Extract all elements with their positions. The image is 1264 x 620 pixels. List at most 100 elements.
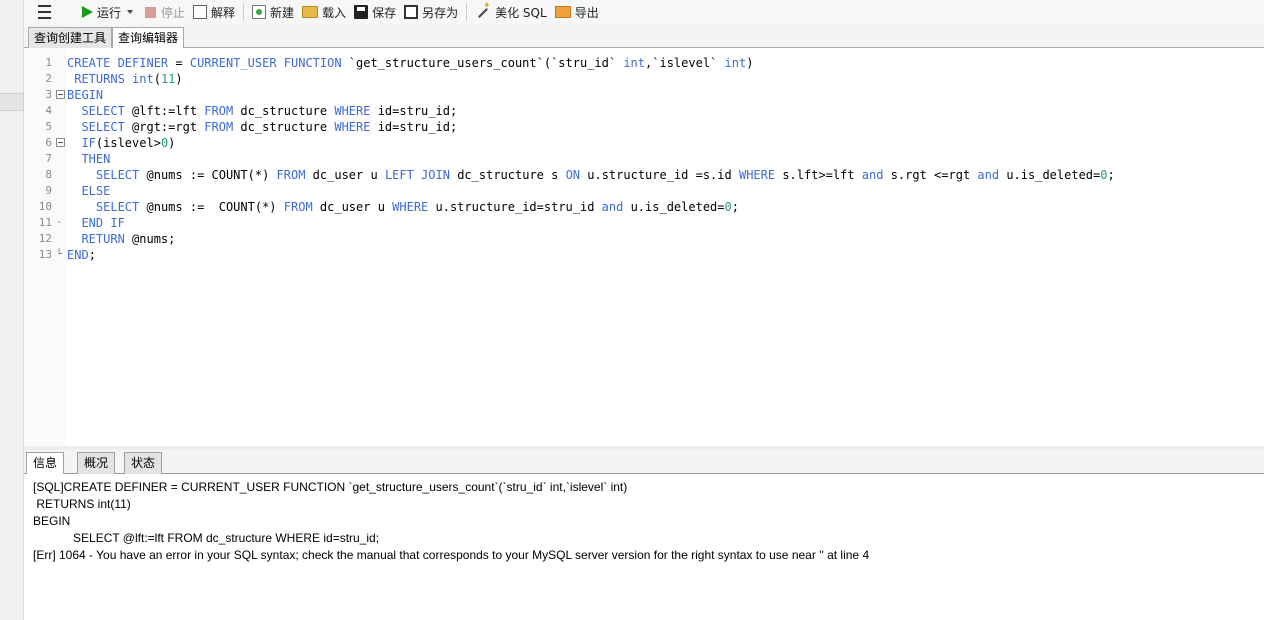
query-toolbar: 运行 停止 解释 新建 载入 保存 另存为 美化 SQL 导出 [24, 0, 1264, 24]
sql-text: dc_structure [233, 104, 335, 118]
save-button[interactable]: 保存 [350, 1, 400, 23]
left-panel-handle[interactable] [0, 93, 24, 111]
sql-text: = [168, 56, 190, 70]
message-line: RETURNS int(11) [33, 497, 131, 511]
code-line: CREATE DEFINER = CURRENT_USER FUNCTION `… [67, 55, 753, 71]
sql-text: ) [175, 72, 183, 86]
sql-keyword: FROM [283, 200, 313, 214]
code-line: SELECT @nums := COUNT(*) FROM dc_user u … [67, 167, 1115, 183]
sql-keyword: WHERE [738, 168, 776, 182]
chevron-down-icon[interactable] [127, 10, 134, 14]
line-number: 7 [45, 152, 52, 165]
sql-text: dc_structure [233, 120, 335, 134]
line-number: 12 [38, 232, 52, 245]
fold-toggle-icon[interactable] [56, 90, 65, 99]
stop-label: 停止 [161, 5, 186, 20]
message-output: [SQL]CREATE DEFINER = CURRENT_USER FUNCT… [24, 474, 1264, 620]
sql-text: @nums := COUNT(*) [139, 200, 284, 214]
tab-query-editor[interactable]: 查询编辑器 [112, 27, 185, 49]
line-number: 11 [38, 216, 52, 229]
sql-text: u.is_deleted= [623, 200, 725, 214]
stop-button[interactable]: 停止 [139, 1, 189, 23]
sql-keyword: FROM [204, 120, 234, 134]
load-label: 载入 [322, 5, 347, 20]
line-number: 10 [38, 200, 52, 213]
sql-text: ( [153, 72, 161, 86]
menu-button[interactable] [24, 1, 64, 23]
beautify-label: 美化 SQL [495, 5, 547, 20]
sql-text: ; [1107, 168, 1115, 182]
new-query-button[interactable]: 新建 [248, 1, 298, 23]
code-line: ELSE [67, 183, 110, 199]
export-icon [554, 6, 571, 18]
sql-keyword: WHERE [334, 120, 371, 134]
magic-wand-icon [475, 1, 491, 20]
tab-query-builder[interactable]: 查询创建工具 [28, 27, 113, 48]
explain-button[interactable]: 解释 [189, 1, 239, 23]
tab-overview[interactable]: 概况 [77, 452, 116, 474]
tab-status[interactable]: 状态 [124, 452, 163, 474]
sql-keyword: ON [565, 168, 581, 182]
sql-keyword: SELECT [81, 104, 125, 118]
tab-info[interactable]: 信息 [26, 452, 65, 475]
sql-text: ; [88, 248, 96, 262]
line-number: 8 [45, 168, 52, 181]
sql-editor[interactable]: 1 2 3 4 5 6 7 8 9 10 11 12 13- └ CREATE DEFINER = CUR… [24, 48, 1264, 446]
play-icon [82, 6, 93, 18]
sql-keyword: and [861, 168, 884, 182]
save-as-button[interactable]: 另存为 [400, 1, 462, 23]
code-line: IF(islevel>0) [67, 135, 175, 151]
line-number: 4 [45, 104, 52, 117]
sql-keyword: END [67, 248, 89, 262]
left-panel-strip [0, 0, 24, 620]
sql-keyword: RETURNS int [74, 72, 154, 86]
message-line: [SQL]CREATE DEFINER = CURRENT_USER FUNCT… [33, 480, 628, 494]
code-line: END; [67, 247, 96, 263]
sql-keyword: SELECT [95, 200, 140, 214]
code-line: RETURNS int(11) [67, 71, 183, 87]
fold-end-marker: - [56, 217, 63, 228]
sql-text: id=stru_id; [370, 120, 458, 134]
sql-keyword: and [977, 168, 1000, 182]
load-button[interactable]: 载入 [298, 1, 350, 23]
line-number: 3 [45, 88, 52, 101]
sql-keyword: and [601, 200, 624, 214]
sql-text: s.lft>=lft [775, 168, 862, 182]
error-message: [Err] 1064 - You have an error in your S… [33, 548, 870, 562]
message-line: BEGIN [33, 514, 71, 528]
export-button[interactable]: 导出 [551, 1, 603, 23]
sql-keyword: SELECT [95, 168, 140, 182]
sql-text: dc_user u [305, 168, 385, 182]
explain-label: 解释 [211, 5, 236, 20]
save-as-icon [404, 5, 419, 19]
code-line: SELECT @nums := COUNT(*) FROM dc_user u … [67, 199, 739, 215]
sql-text: @nums; [124, 232, 176, 246]
sql-keyword: IF [81, 136, 96, 150]
sql-text: u.is_deleted= [999, 168, 1101, 182]
save-as-label: 另存为 [422, 5, 459, 20]
sql-keyword: CREATE DEFINER [67, 56, 169, 70]
new-document-icon [252, 5, 267, 19]
code-line: RETURN @nums; [67, 231, 175, 247]
sql-text: @nums := COUNT(*) [139, 168, 277, 182]
run-button[interactable]: 运行 [76, 1, 139, 23]
save-label: 保存 [372, 5, 397, 20]
line-number: 1 [45, 56, 52, 69]
beautify-sql-button[interactable]: 美化 SQL [471, 1, 551, 23]
sql-text: u.structure_id =s.id [580, 168, 739, 182]
sql-keyword: BEGIN [67, 88, 104, 102]
save-icon [354, 5, 369, 19]
fold-toggle-icon[interactable] [56, 138, 65, 147]
line-number: 2 [45, 72, 52, 85]
sql-text: ) [168, 136, 176, 150]
code-line: SELECT @lft:=lft FROM dc_structure WHERE… [67, 103, 457, 119]
code-line: SELECT @rgt:=rgt FROM dc_structure WHERE… [67, 119, 457, 135]
folder-open-icon [302, 6, 319, 18]
